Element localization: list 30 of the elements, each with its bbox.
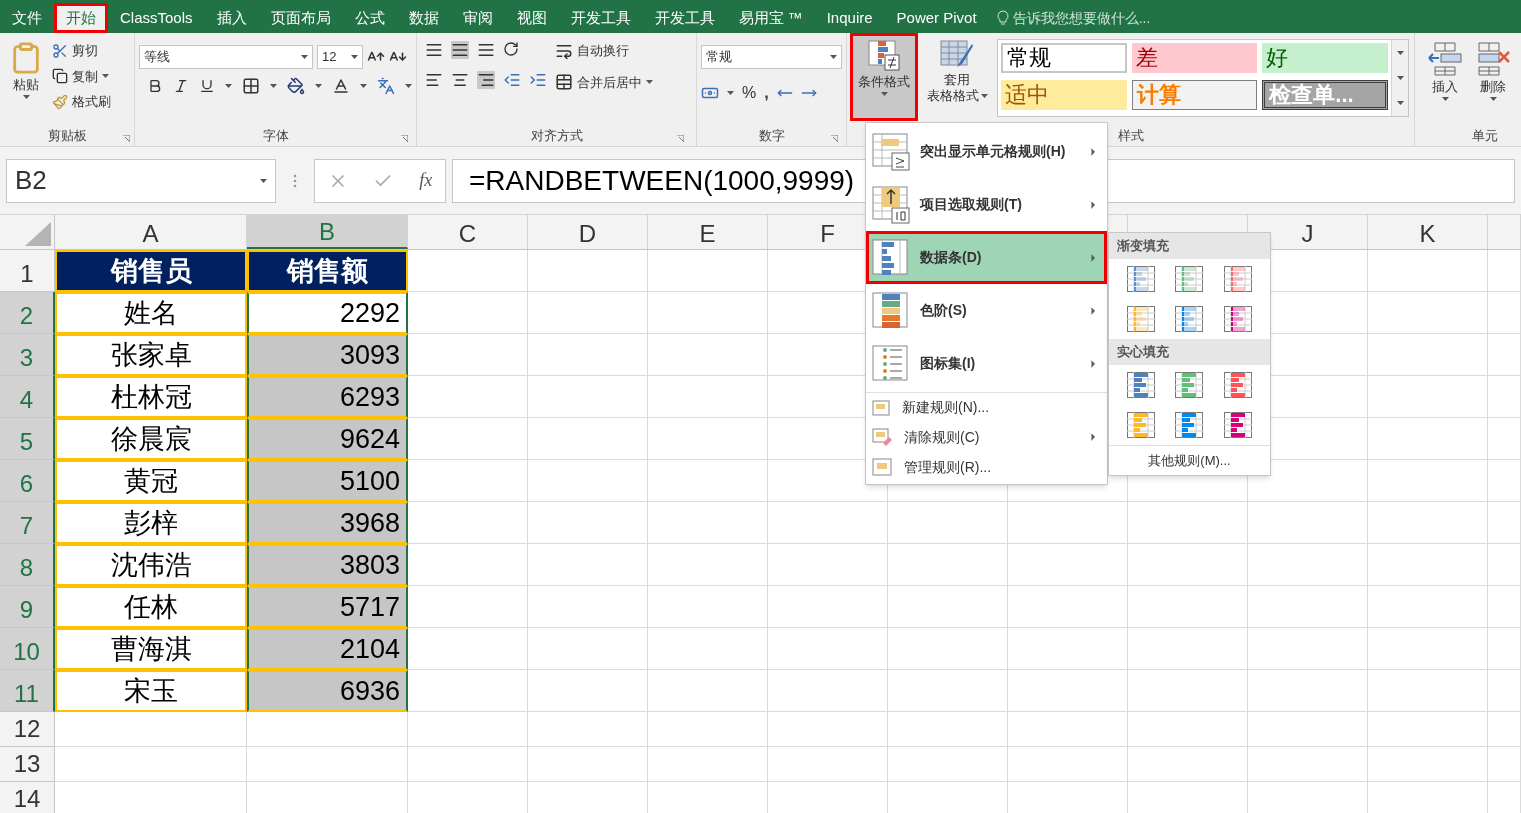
table-cell: 沈伟浩 — [55, 544, 247, 586]
group-label: 样式 — [1117, 127, 1144, 146]
table-cell: 徐晨宸 — [55, 418, 247, 460]
table-cell: 2292 — [247, 292, 408, 334]
table-cell: 3093 — [247, 334, 408, 376]
table-cell: 彭梓 — [55, 502, 247, 544]
table-cell: 5717 — [247, 586, 408, 628]
group-label: 数字 — [758, 127, 785, 146]
table-cell: 6293 — [247, 376, 408, 418]
table-cell: 3968 — [247, 502, 408, 544]
group-label: 剪贴板 — [47, 127, 87, 146]
group-label: 字体 — [262, 127, 289, 146]
group-label: 对齐方式 — [530, 127, 583, 146]
table-cell: 5100 — [247, 460, 408, 502]
table-cell: 黄冠 — [55, 460, 247, 502]
table-cell: 张家卓 — [55, 334, 247, 376]
table-cell: 2104 — [247, 628, 408, 670]
submenu-section-title: 实心填充 — [1109, 339, 1270, 365]
group-label: 单元 — [1472, 128, 1498, 143]
table-cell: 6936 — [247, 670, 408, 712]
table-cell: 销售员 — [55, 250, 247, 292]
table-cell: 销售额 — [247, 250, 408, 292]
table-cell: 姓名 — [55, 292, 247, 334]
submenu-section-title: 渐变填充 — [1109, 233, 1270, 259]
table-cell: 曹海淇 — [55, 628, 247, 670]
table-cell: 任林 — [55, 586, 247, 628]
table-cell: 杜林冠 — [55, 376, 247, 418]
table-cell: 3803 — [247, 544, 408, 586]
table-cell: 宋玉 — [55, 670, 247, 712]
table-cell: 9624 — [247, 418, 408, 460]
